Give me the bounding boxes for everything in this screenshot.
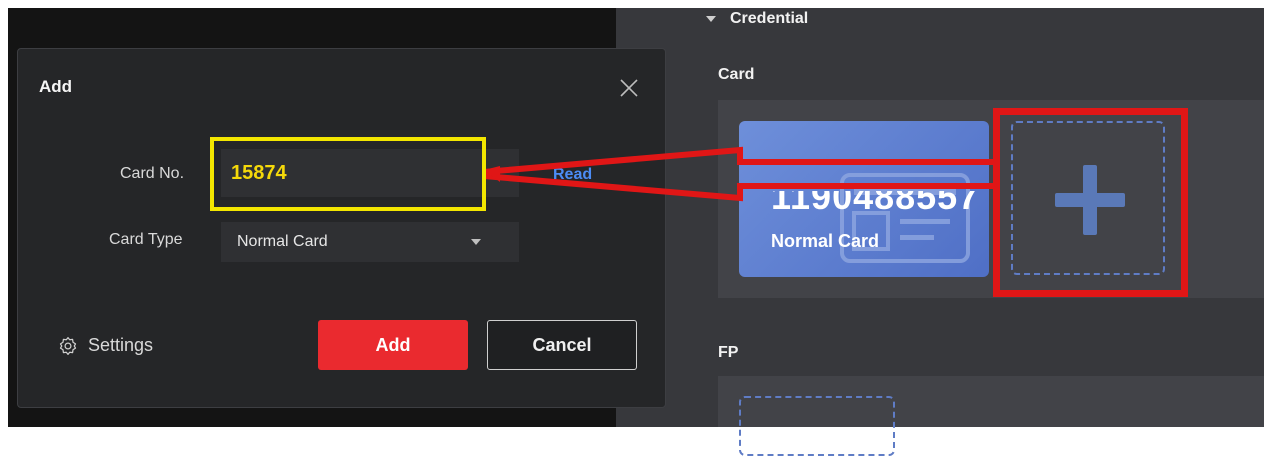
- card-no-input[interactable]: [231, 155, 486, 191]
- card-no-label: Card No.: [120, 165, 185, 182]
- card-no-field-extension: [501, 149, 519, 197]
- card-section-label: Card: [718, 66, 755, 83]
- read-card-link[interactable]: Read: [553, 166, 592, 184]
- settings-label: Settings: [88, 335, 154, 355]
- card-type-select-extension: [501, 222, 519, 262]
- card-type-select[interactable]: Normal Card: [221, 222, 501, 262]
- credential-section-title: Credential: [730, 10, 809, 27]
- add-button[interactable]: Add: [318, 320, 468, 370]
- add-card-button[interactable]: [1011, 121, 1165, 275]
- cancel-button[interactable]: Cancel: [487, 320, 637, 370]
- card-tile[interactable]: 1190488557 Normal Card: [739, 121, 989, 277]
- caret-down-icon: [706, 16, 716, 22]
- add-fingerprint-button[interactable]: [739, 396, 895, 456]
- fp-section-label: FP: [718, 344, 739, 361]
- dialog-title: Add: [39, 77, 73, 96]
- card-type-label: Card Type: [109, 231, 183, 248]
- chevron-down-icon: [471, 239, 481, 245]
- credential-section-toggle[interactable]: Credential: [706, 10, 808, 28]
- gear-icon: [59, 336, 77, 355]
- add-card-dialog: Add Card No. Card Type Normal Card Setti…: [17, 48, 666, 408]
- card-type-selected-value: Normal Card: [237, 233, 328, 250]
- close-icon[interactable]: [618, 77, 640, 99]
- card-type-label: Normal Card: [771, 231, 880, 251]
- plus-icon-bar: [1055, 193, 1125, 207]
- card-no-field[interactable]: [221, 149, 501, 197]
- settings-link[interactable]: Settings: [58, 335, 153, 356]
